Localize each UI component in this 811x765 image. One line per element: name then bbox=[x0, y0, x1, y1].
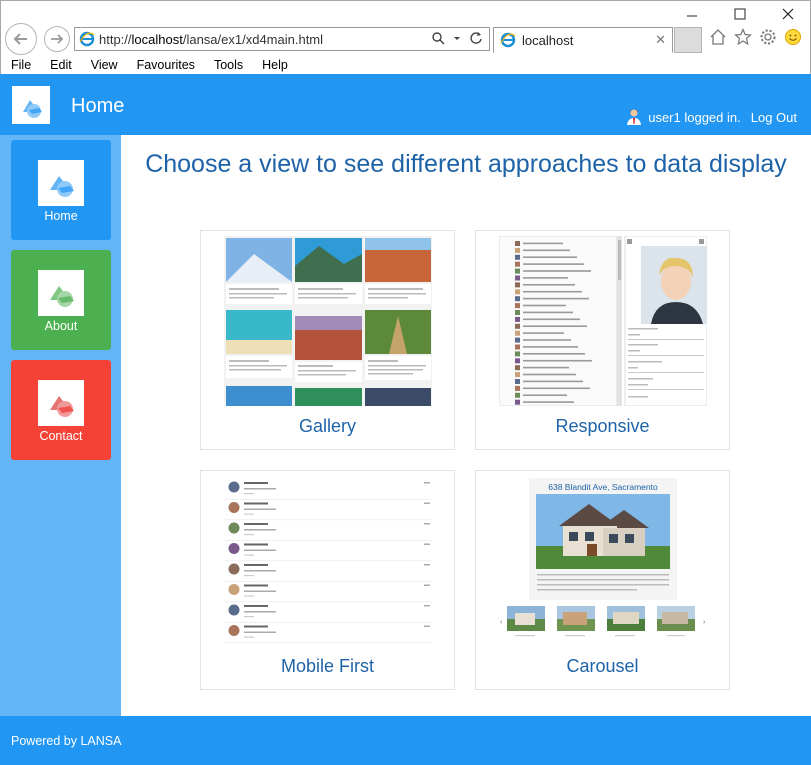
card-label: Gallery bbox=[298, 416, 356, 436]
tab-close-icon[interactable]: ✕ bbox=[655, 32, 666, 48]
sidebar-item-label: Contact bbox=[39, 429, 83, 443]
card-label: Carousel bbox=[566, 656, 639, 676]
carousel-house-title: 638 Blandit Ave, Sacramento bbox=[548, 482, 658, 492]
footer-powered-by: Powered by LANSA bbox=[11, 734, 122, 748]
address-url: http://localhost/lansa/ex1/xd4main.html bbox=[99, 31, 324, 47]
gallery-thumbnail bbox=[224, 236, 432, 406]
menu-view[interactable]: View bbox=[81, 58, 127, 72]
close-icon bbox=[782, 8, 794, 20]
back-arrow-icon bbox=[13, 33, 27, 45]
forward-button[interactable] bbox=[44, 26, 70, 52]
back-button[interactable] bbox=[5, 23, 37, 55]
sidebar-item-home[interactable]: Home bbox=[11, 140, 111, 240]
page-title: Choose a view to see different approache… bbox=[145, 150, 787, 178]
forward-arrow-icon bbox=[51, 34, 64, 44]
mobile-first-thumbnail bbox=[224, 476, 432, 646]
header-title: Home bbox=[71, 95, 125, 117]
main-content: Choose a view to see different approache… bbox=[121, 135, 811, 716]
card-label: Responsive bbox=[555, 416, 650, 436]
browser-tab[interactable]: localhost ✕ bbox=[493, 27, 673, 53]
menu-help[interactable]: Help bbox=[252, 58, 297, 72]
sidebar-item-contact[interactable]: Contact bbox=[11, 360, 111, 460]
chevron-down-icon[interactable] bbox=[453, 31, 461, 45]
lansa-logo-icon bbox=[23, 100, 42, 118]
responsive-thumbnail bbox=[499, 236, 707, 406]
lansa-logo[interactable] bbox=[12, 86, 50, 124]
settings-gear-icon[interactable] bbox=[759, 28, 777, 46]
close-window-button[interactable] bbox=[765, 3, 811, 25]
ie-logo-icon bbox=[500, 32, 516, 48]
menu-edit[interactable]: Edit bbox=[40, 58, 81, 72]
user-avatar-icon bbox=[627, 109, 642, 125]
card-responsive[interactable]: Responsive bbox=[475, 230, 730, 450]
browser-chrome: http://localhost/lansa/ex1/xd4main.html … bbox=[0, 0, 811, 74]
card-mobile-first[interactable]: Mobile First bbox=[200, 470, 455, 690]
user-logged-in-text: user1 logged in. bbox=[648, 109, 741, 125]
search-icon[interactable] bbox=[431, 31, 445, 45]
sidebar-item-label: Home bbox=[44, 209, 78, 223]
address-bar[interactable]: http://localhost/lansa/ex1/xd4main.html bbox=[74, 27, 490, 51]
menu-tools[interactable]: Tools bbox=[204, 58, 252, 72]
logout-link[interactable]: Log Out bbox=[751, 110, 797, 125]
footer: Powered by LANSA bbox=[0, 716, 811, 765]
app-header: Home user1 logged in. Log Out bbox=[0, 74, 811, 135]
tab-title: localhost bbox=[522, 32, 574, 48]
refresh-icon[interactable] bbox=[469, 31, 483, 45]
card-gallery[interactable]: Gallery bbox=[200, 230, 455, 450]
home-icon[interactable] bbox=[709, 28, 727, 46]
sidebar-item-label: About bbox=[44, 319, 78, 333]
card-label: Mobile First bbox=[280, 656, 374, 676]
menu-favourites[interactable]: Favourites bbox=[127, 58, 204, 72]
contact-tile-icon bbox=[38, 380, 84, 426]
ie-logo-icon bbox=[79, 31, 95, 47]
minimize-button[interactable] bbox=[669, 3, 715, 25]
sidebar: Home About Contact bbox=[0, 135, 121, 716]
about-tile-icon bbox=[38, 270, 84, 316]
minimize-icon bbox=[687, 15, 697, 17]
feedback-smiley-icon[interactable] bbox=[784, 28, 802, 46]
user-area: user1 logged in. Log Out bbox=[626, 108, 797, 126]
new-tab-button[interactable] bbox=[674, 27, 702, 53]
maximize-button[interactable] bbox=[717, 3, 763, 25]
favorites-star-icon[interactable] bbox=[734, 28, 752, 46]
home-tile-icon bbox=[38, 160, 84, 206]
menu-file[interactable]: File bbox=[1, 58, 40, 72]
sidebar-item-about[interactable]: About bbox=[11, 250, 111, 350]
menu-bar: File Edit View Favourites Tools Help bbox=[1, 55, 810, 75]
carousel-thumbnail: 638 Blandit Ave, Sacramento ‹ › bbox=[499, 476, 707, 646]
card-carousel[interactable]: 638 Blandit Ave, Sacramento ‹ › Carousel bbox=[475, 470, 730, 690]
maximize-icon bbox=[734, 8, 746, 20]
